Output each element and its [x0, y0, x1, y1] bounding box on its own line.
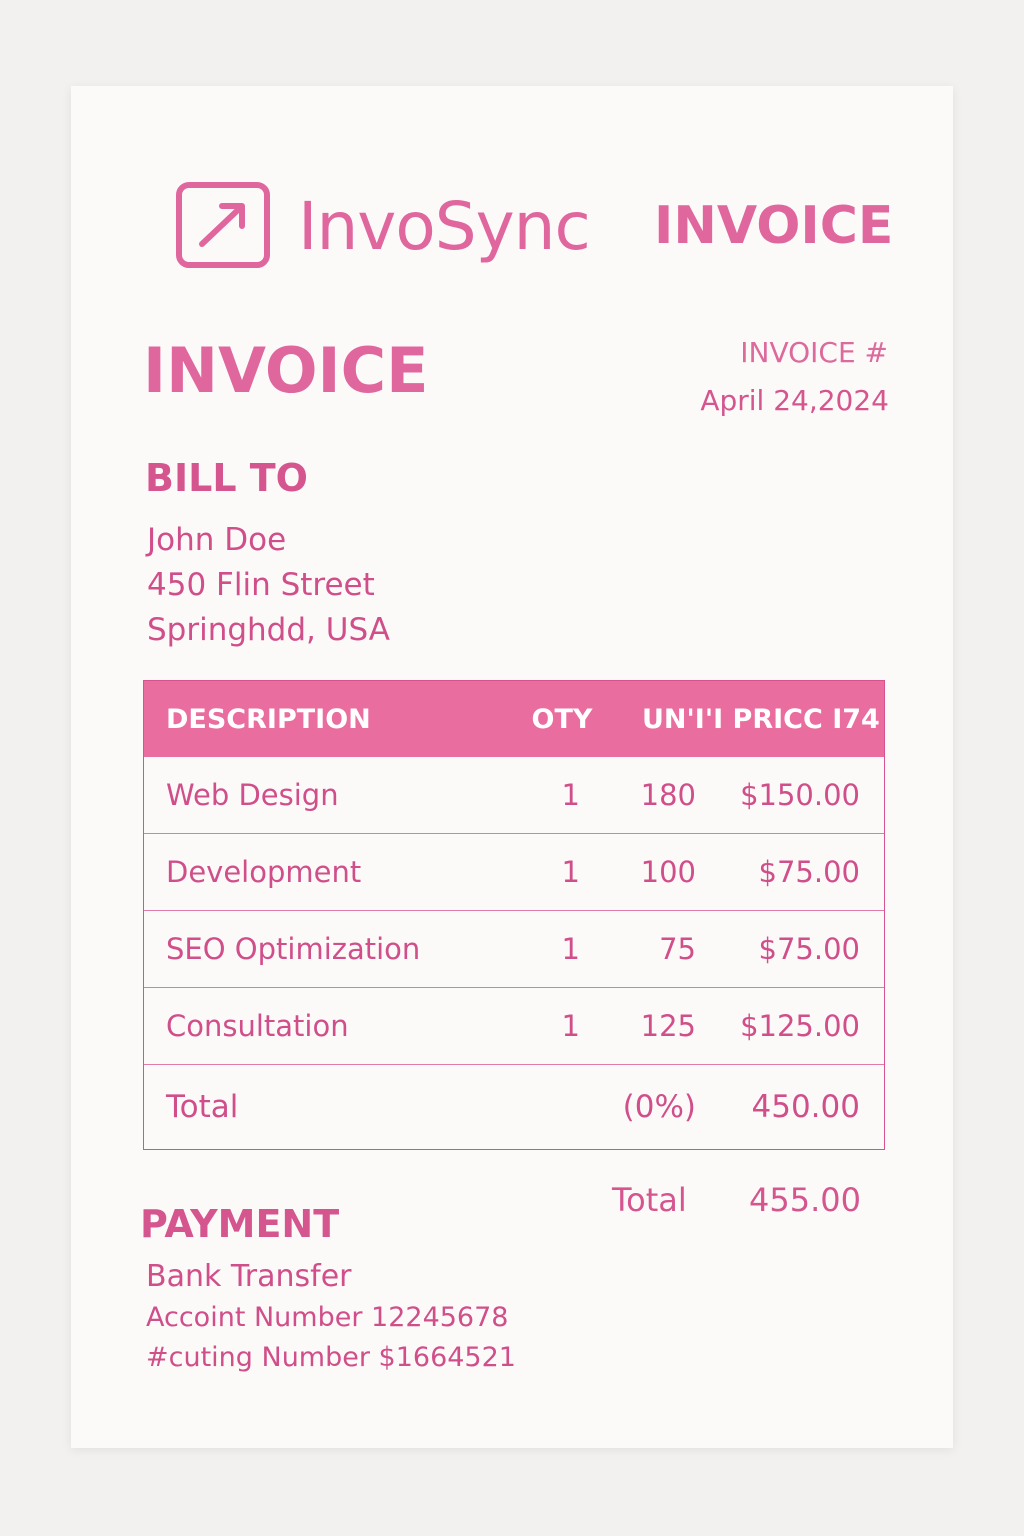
header-description: DESCRIPTION	[166, 703, 371, 735]
row-description: Web Design	[166, 778, 339, 812]
grand-total-value: 455.00	[749, 1181, 861, 1219]
bill-to-city: Springhdd, USA	[147, 612, 390, 648]
row-description: Consultation	[166, 1009, 349, 1043]
row-amount: $75.00	[758, 855, 860, 889]
header-invoice-label: INVOICE	[654, 196, 894, 256]
row-unit: 125	[640, 1009, 696, 1043]
table-total-row: Total (0%) 450.00	[144, 1065, 884, 1149]
total-row-value: 450.00	[751, 1089, 860, 1125]
row-unit: 180	[640, 778, 696, 812]
invoice-number-label: INVOICE #	[740, 336, 888, 369]
table-row: SEO Optimization 1 75 $75.00	[144, 911, 884, 988]
bill-to-name: John Doe	[147, 522, 287, 558]
table-row: Development 1 100 $75.00	[144, 834, 884, 911]
header-unit-price: UN'I'I PRICC I74	[642, 703, 880, 735]
total-row-tax: (0%)	[622, 1089, 696, 1125]
payment-account-number: Accoint Number 12245678	[146, 1302, 509, 1333]
row-qty: 1	[561, 778, 580, 812]
row-amount: $75.00	[758, 932, 860, 966]
row-qty: 1	[561, 855, 580, 889]
payment-method: Bank Transfer	[146, 1259, 352, 1294]
table-row: Web Design 1 180 $150.00	[144, 757, 884, 834]
table-row: Consultation 1 125 $125.00	[144, 988, 884, 1065]
row-unit: 75	[659, 932, 696, 966]
payment-title: PAYMENT	[140, 1202, 340, 1246]
bill-to-street: 450 Flin Street	[147, 567, 375, 603]
row-qty: 1	[561, 1009, 580, 1043]
grand-total-label: Total	[612, 1181, 687, 1219]
row-description: Development	[166, 855, 362, 889]
row-description: SEO Optimization	[166, 932, 421, 966]
table-header-row: DESCRIPTION OTY UN'I'I PRICC I74	[144, 681, 884, 757]
row-unit: 100	[640, 855, 696, 889]
row-amount: $150.00	[740, 778, 860, 812]
line-items-table: DESCRIPTION OTY UN'I'I PRICC I74 Web Des…	[143, 680, 885, 1150]
row-qty: 1	[561, 932, 580, 966]
row-amount: $125.00	[740, 1009, 860, 1043]
invoice-date: April 24,2024	[700, 384, 889, 417]
header-qty: OTY	[531, 703, 593, 735]
total-row-label: Total	[166, 1089, 239, 1125]
bill-to-title: BILL TO	[145, 456, 308, 500]
brand-name: InvoSync	[298, 188, 591, 265]
arrow-up-right-icon	[176, 182, 270, 268]
page-title: INVOICE	[143, 334, 429, 407]
payment-routing-number: #cuting Number $1664521	[146, 1342, 516, 1373]
